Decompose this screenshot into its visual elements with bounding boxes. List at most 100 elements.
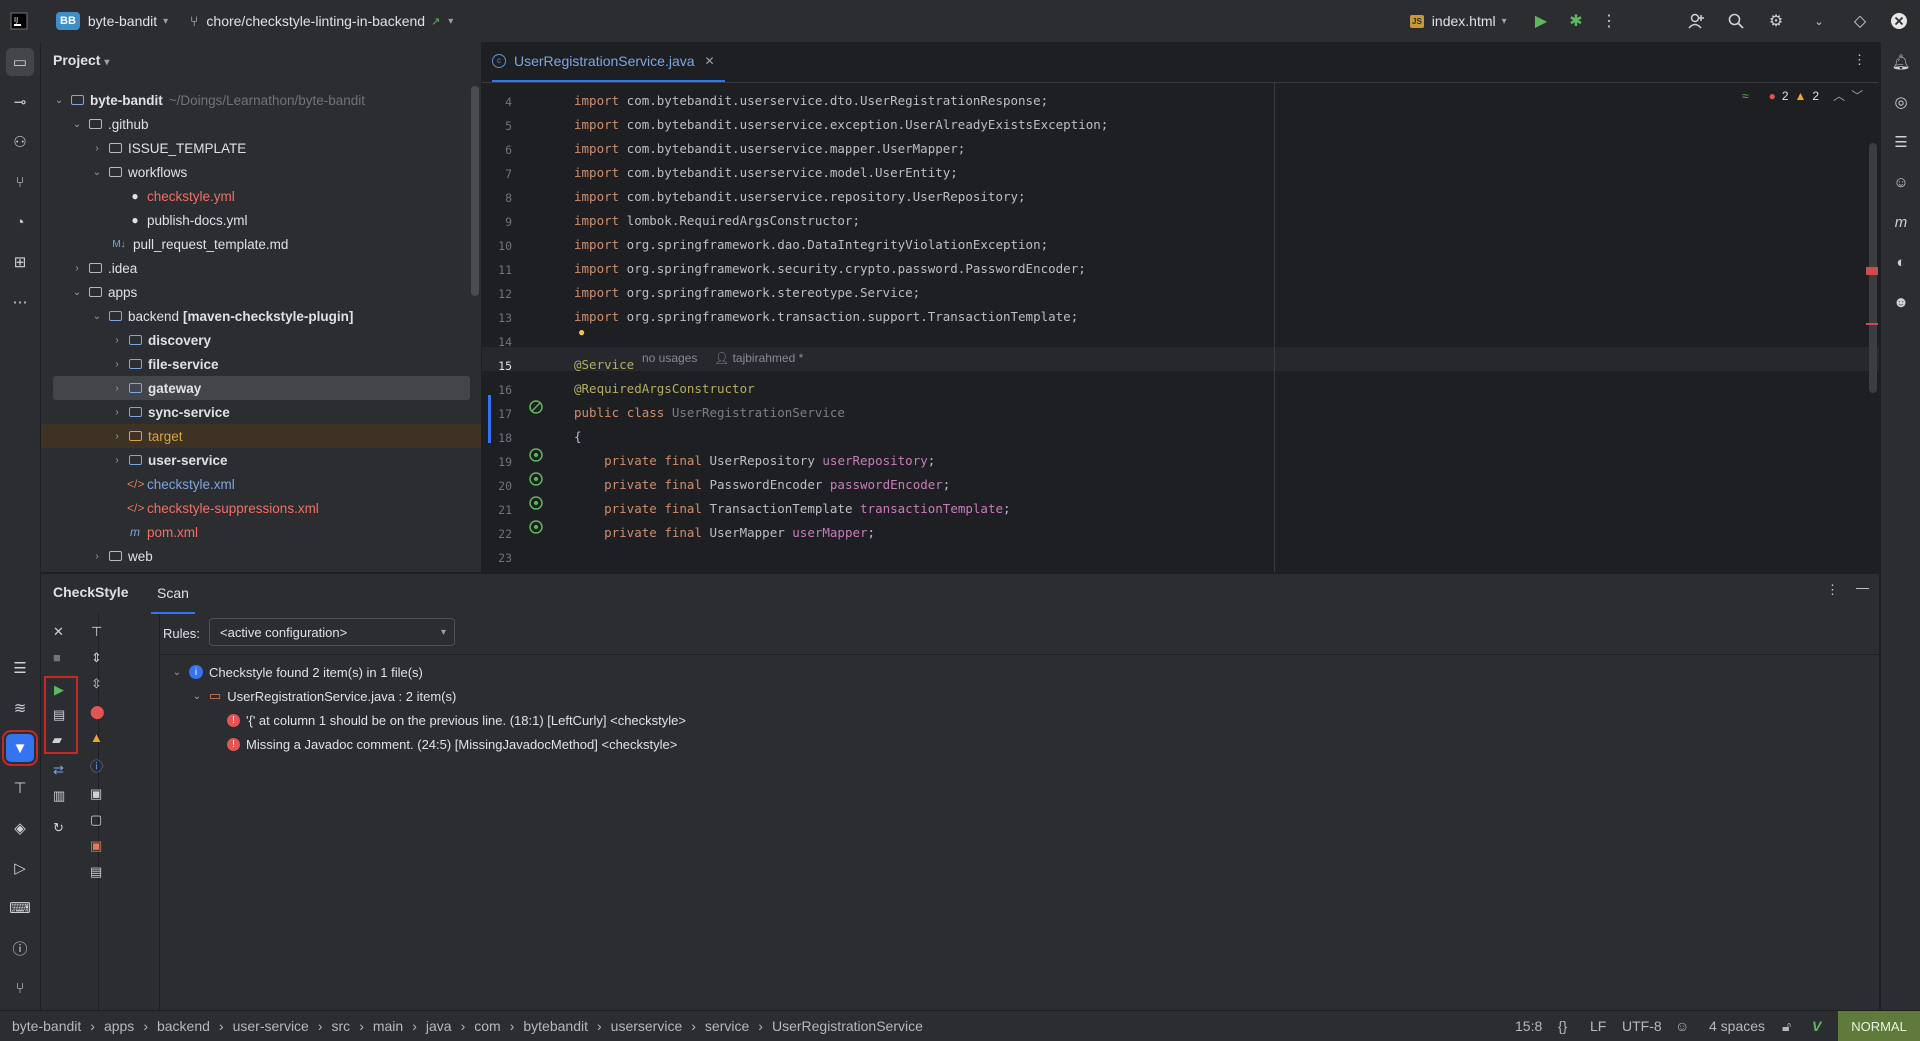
- minimize-panel-icon[interactable]: —: [1856, 580, 1869, 595]
- ai-assistant-icon[interactable]: ◎: [1887, 88, 1915, 116]
- encoding[interactable]: UTF-8: [1622, 1011, 1662, 1041]
- breadcrumb-item[interactable]: byte-bandit: [12, 1018, 81, 1034]
- spring-bean-icon[interactable]: [528, 519, 544, 538]
- chevron-down-icon[interactable]: ⌄: [1808, 10, 1830, 32]
- lightbulb-icon[interactable]: ●: [578, 325, 585, 339]
- breadcrumb-item[interactable]: java: [426, 1018, 452, 1034]
- check-changed-icon[interactable]: ⇄: [53, 762, 64, 778]
- tree-item-user-service[interactable]: › user-service: [111, 448, 541, 472]
- project-scrollbar[interactable]: [471, 86, 479, 296]
- author-inlay-hint[interactable]: 👤︎ tajbirahmed *: [714, 351, 803, 365]
- vim-icon[interactable]: V: [1812, 1011, 1821, 1041]
- caret-position[interactable]: 15:8: [1515, 1011, 1542, 1041]
- chevron-up-icon[interactable]: ︿: [1833, 87, 1845, 104]
- structure-icon[interactable]: ⊞: [6, 248, 34, 276]
- breadcrumb-item[interactable]: com: [474, 1018, 500, 1034]
- line-separator[interactable]: LF: [1590, 1011, 1606, 1041]
- tree-item-file-service[interactable]: › file-service: [111, 352, 541, 376]
- minimize-icon[interactable]: ◇: [1849, 10, 1871, 32]
- tree-item-web[interactable]: › web: [91, 544, 521, 568]
- expand-all-icon[interactable]: ⇕: [91, 650, 102, 666]
- gear-icon[interactable]: ⚙: [1765, 10, 1787, 32]
- run-check-icon[interactable]: ▶: [54, 682, 64, 698]
- search-icon[interactable]: [1725, 10, 1747, 32]
- results-file-node[interactable]: ⌄ ▭ UserRegistrationService.java : 2 ite…: [191, 684, 457, 708]
- tree-item-target[interactable]: › target: [111, 424, 541, 448]
- tree-item-workflows[interactable]: ⌄ workflows: [91, 160, 521, 184]
- breadcrumb-item[interactable]: bytebandit: [523, 1018, 588, 1034]
- filter-info-icon[interactable]: ⓘ: [90, 756, 103, 775]
- checkstyle-tool-icon[interactable]: ▼: [2, 730, 38, 766]
- terminal-icon[interactable]: ⌨: [6, 894, 34, 922]
- tree-item-backend[interactable]: ⌄ backend [maven-checkstyle-plugin]: [91, 304, 521, 328]
- more-actions-icon[interactable]: ⋮: [1598, 10, 1620, 32]
- maven-icon[interactable]: m: [1887, 208, 1915, 236]
- refresh-icon[interactable]: ↻: [53, 820, 64, 836]
- database-icon[interactable]: ☰: [6, 654, 34, 682]
- close-icon[interactable]: ✕: [53, 624, 64, 640]
- error-stripe-marker[interactable]: [1866, 267, 1878, 275]
- profiler-icon[interactable]: ◔: [6, 208, 34, 236]
- inspection-widget[interactable]: ≈ ● 2 ▲ 2 ︿ ﹀: [1742, 87, 1863, 104]
- collapse-all-icon[interactable]: ⇳: [91, 676, 102, 692]
- vim-mode-badge[interactable]: NORMAL: [1838, 1011, 1920, 1041]
- more-tools-icon[interactable]: ⋯: [6, 288, 34, 316]
- breadcrumb-item[interactable]: service: [705, 1018, 749, 1034]
- tree-item-gateway[interactable]: › gateway: [111, 376, 541, 400]
- breadcrumb-item[interactable]: UserRegistrationService: [772, 1018, 923, 1034]
- tab-options-icon[interactable]: ⋮: [1853, 52, 1866, 68]
- breadcrumb-item[interactable]: user-service: [233, 1018, 309, 1034]
- layers-icon[interactable]: ◈: [6, 814, 34, 842]
- ide-logo-icon[interactable]: IJ: [8, 10, 30, 32]
- editor-tab[interactable]: c UserRegistrationService.java ✕: [492, 42, 725, 82]
- close-window-icon[interactable]: [1888, 10, 1910, 32]
- tree-item-sync-service[interactable]: › sync-service: [111, 400, 541, 424]
- error-stripe-marker[interactable]: [1866, 323, 1878, 325]
- results-summary-node[interactable]: ⌄ i Checkstyle found 2 item(s) in 1 file…: [171, 660, 423, 684]
- services-icon[interactable]: ⚇: [6, 128, 34, 156]
- build-hammer-icon[interactable]: ⊤: [6, 774, 34, 802]
- gradle-icon[interactable]: ◐: [1887, 248, 1915, 276]
- rules-select[interactable]: <active configuration> ▾: [209, 618, 455, 646]
- project-tool-folder-icon[interactable]: ▭: [6, 48, 34, 76]
- notifications-icon[interactable]: 🔔︎: [1887, 48, 1915, 76]
- group-by-type-icon[interactable]: ▢: [90, 812, 102, 828]
- check-project-icon[interactable]: ▰: [52, 732, 62, 748]
- breadcrumb-item[interactable]: src: [332, 1018, 351, 1034]
- tree-item-apps[interactable]: ⌄ apps: [71, 280, 501, 304]
- tree-root[interactable]: ⌄ byte-bandit ~/Doings/Learnathon/byte-b…: [53, 88, 483, 112]
- code-editor[interactable]: 4 import com.bytebandit.userservice.dto.U…: [482, 83, 1879, 572]
- tree-item-idea[interactable]: › .idea: [71, 256, 501, 280]
- run-services-icon[interactable]: ▷: [6, 854, 34, 882]
- project-panel-title[interactable]: Project ▾: [53, 52, 109, 68]
- panel-options-icon[interactable]: ⋮: [1826, 582, 1839, 598]
- spring-bean-icon[interactable]: [528, 447, 544, 466]
- run-icon[interactable]: ▶: [1530, 10, 1552, 32]
- problems-icon[interactable]: ⓘ: [6, 934, 34, 962]
- spring-bean-icon[interactable]: [528, 399, 544, 418]
- tab-scan[interactable]: Scan: [151, 574, 195, 614]
- braces-icon[interactable]: {}: [1558, 1011, 1567, 1041]
- breadcrumb-item[interactable]: backend: [157, 1018, 210, 1034]
- filter-errors-icon[interactable]: ⬤: [90, 704, 105, 720]
- usages-inlay-hint[interactable]: no usages: [642, 351, 697, 365]
- results-issue-row[interactable]: ! Missing a Javadoc comment. (24:5) [Mis…: [227, 732, 677, 756]
- database-icon[interactable]: ☰: [1887, 128, 1915, 156]
- git-icon[interactable]: ⑂: [6, 974, 34, 1002]
- filter-warnings-icon[interactable]: ▲: [90, 730, 103, 745]
- spring-bean-icon[interactable]: [528, 471, 544, 490]
- copilot-chat-icon[interactable]: ☻: [1887, 288, 1915, 316]
- lock-icon[interactable]: 🔓︎: [1782, 1011, 1791, 1041]
- pull-requests-icon[interactable]: ⑂: [6, 168, 34, 196]
- breadcrumb-item[interactable]: userservice: [611, 1018, 683, 1034]
- breadcrumb-item[interactable]: main: [373, 1018, 403, 1034]
- stop-icon[interactable]: ■: [53, 650, 61, 665]
- breadcrumb-item[interactable]: apps: [104, 1018, 134, 1034]
- copilot-status-icon[interactable]: ☺: [1675, 1011, 1689, 1041]
- check-all-icon[interactable]: ▥: [53, 788, 65, 804]
- indent-setting[interactable]: 4 spaces: [1709, 1011, 1765, 1041]
- tree-item-github[interactable]: ⌄ .github: [71, 112, 501, 136]
- tree-item-issue-template[interactable]: › ISSUE_TEMPLATE: [91, 136, 521, 160]
- scroll-to-source-icon[interactable]: ⊤: [91, 624, 102, 640]
- check-module-icon[interactable]: ▤: [53, 707, 65, 723]
